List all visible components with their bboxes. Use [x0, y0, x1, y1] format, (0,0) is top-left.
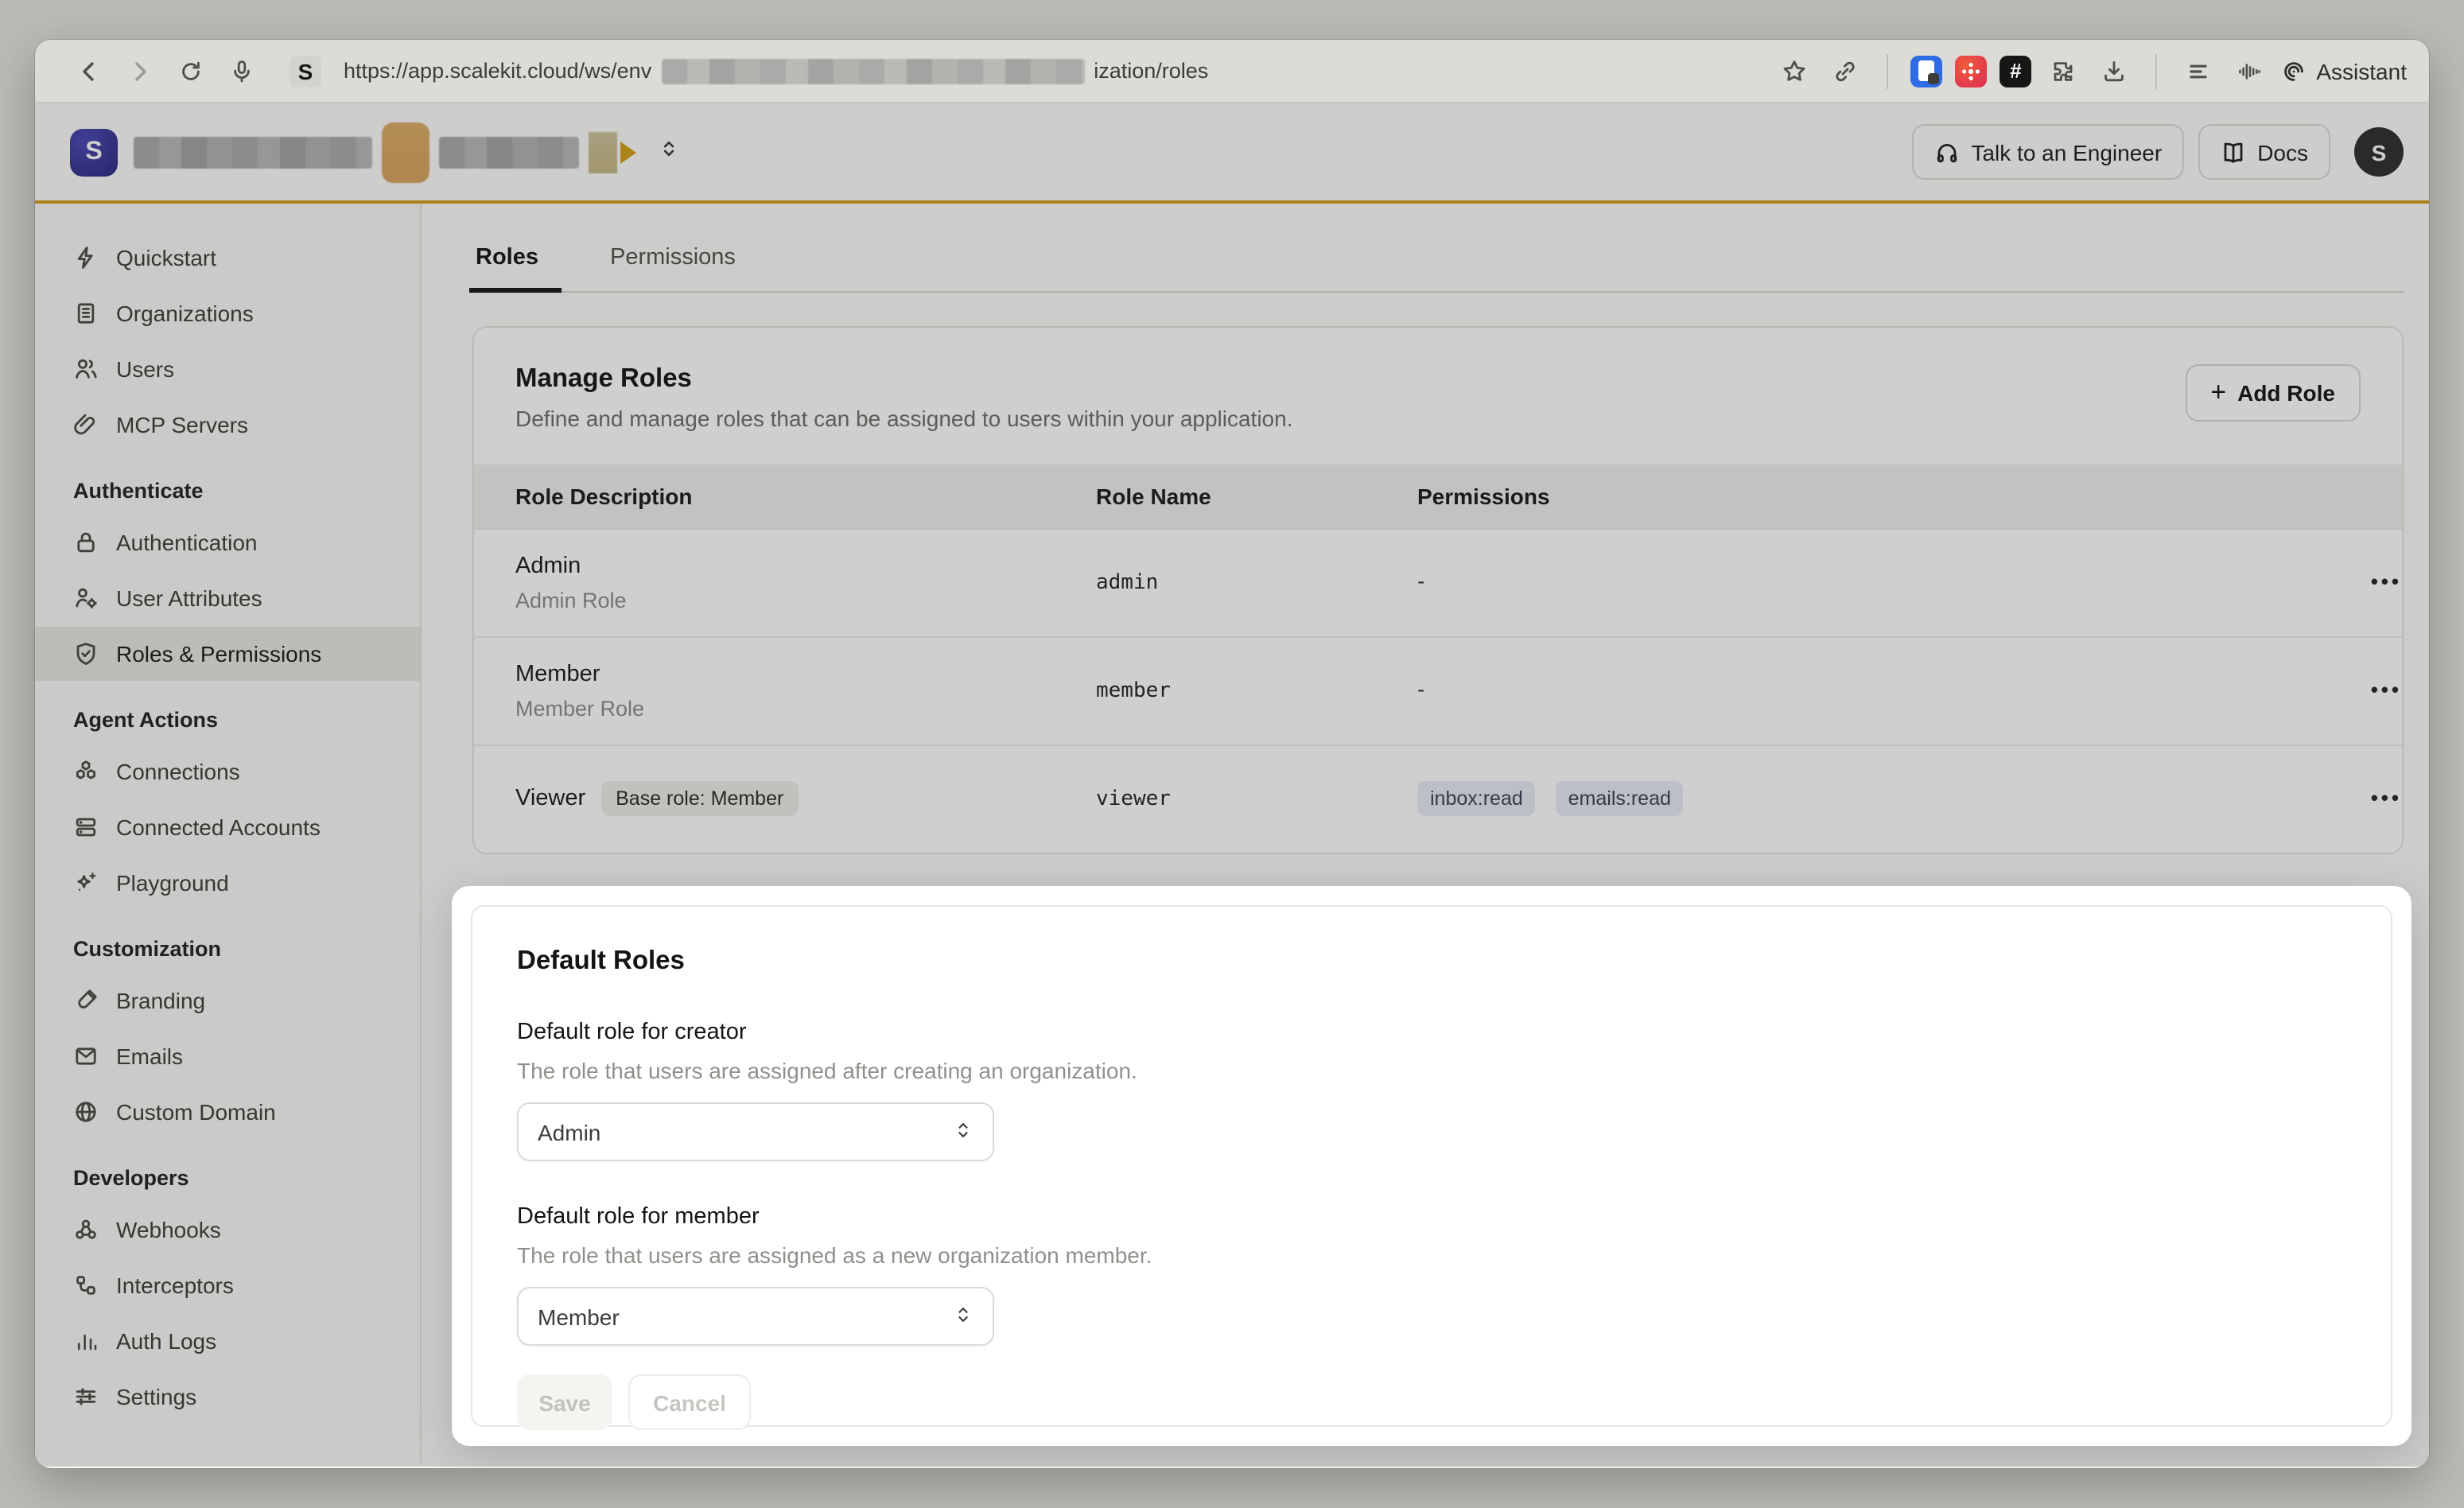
address-bar[interactable]: https://app.scalekit.cloud/ws/env izatio… [344, 58, 1762, 84]
browser-window: S https://app.scalekit.cloud/ws/env izat… [35, 40, 2429, 1468]
assistant-label: Assistant [2316, 58, 2407, 84]
back-icon[interactable] [70, 52, 108, 90]
cancel-button[interactable]: Cancel [628, 1374, 751, 1430]
star-icon[interactable] [1775, 52, 1813, 90]
redacted-url-text [661, 58, 1084, 84]
url-prefix: https://app.scalekit.cloud/ws/env [344, 59, 651, 83]
puzzle-icon[interactable] [2044, 52, 2082, 90]
member-role-select[interactable]: Member [517, 1287, 994, 1346]
save-button[interactable]: Save [517, 1374, 612, 1430]
toolbar-divider [1887, 53, 1888, 88]
url-suffix: ization/roles [1094, 59, 1208, 83]
hash-extension-icon[interactable]: # [2000, 55, 2031, 87]
assistant-button[interactable]: Assistant [2281, 58, 2407, 84]
download-icon[interactable] [2095, 52, 2133, 90]
creator-role-select[interactable]: Admin [517, 1102, 994, 1161]
toolbar-divider [2155, 53, 2157, 88]
waveform-icon[interactable] [2230, 52, 2268, 90]
default-roles-card: Default Roles Default role for creator T… [471, 905, 2392, 1427]
browser-toolbar: S https://app.scalekit.cloud/ws/env izat… [35, 40, 2429, 103]
password-extension-icon[interactable] [1910, 55, 1942, 87]
default-roles-title: Default Roles [517, 946, 2346, 977]
chevron-up-down-icon [953, 1304, 974, 1329]
screen: S https://app.scalekit.cloud/ws/env izat… [0, 0, 2464, 1508]
default-roles-spotlight: Default Roles Default role for creator T… [452, 886, 2412, 1446]
mic-icon[interactable] [223, 52, 261, 90]
reader-list-icon[interactable] [2179, 52, 2217, 90]
assistant-icon [2281, 58, 2307, 84]
member-role-label: Default role for member [517, 1204, 2346, 1230]
creator-role-value: Admin [538, 1119, 600, 1145]
chevron-up-down-icon [953, 1119, 974, 1145]
link-icon[interactable] [1826, 52, 1864, 90]
member-role-value: Member [538, 1304, 620, 1329]
scalekit-app: S Talk to an Engineer [35, 103, 2429, 1467]
site-favicon: S [290, 55, 321, 87]
member-role-description: The role that users are assigned as a ne… [517, 1242, 2346, 1268]
forward-icon[interactable] [121, 52, 159, 90]
creator-role-description: The role that users are assigned after c… [517, 1058, 2346, 1083]
blocker-extension-icon[interactable] [1955, 55, 1987, 87]
reload-icon[interactable] [172, 52, 210, 90]
creator-role-label: Default role for creator [517, 1020, 2346, 1045]
